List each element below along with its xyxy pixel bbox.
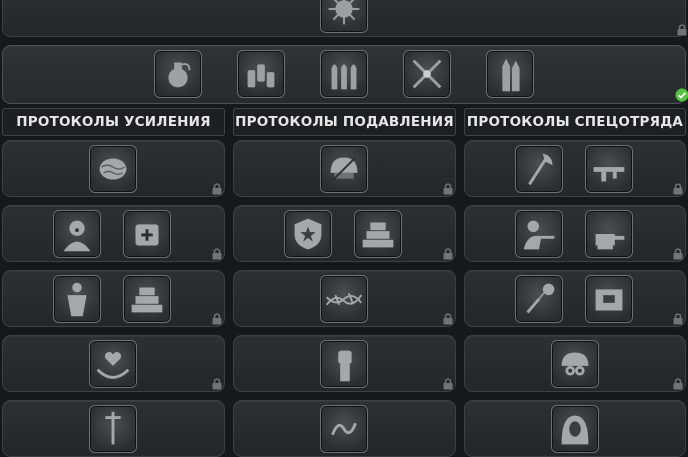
lock-icon — [672, 378, 684, 390]
lock-icon — [672, 313, 684, 325]
fire-axe-icon[interactable] — [515, 145, 563, 193]
protocol-tile[interactable] — [464, 140, 686, 197]
sandbag-wall-icon[interactable] — [354, 210, 402, 258]
hooded-face-icon[interactable] — [551, 405, 599, 453]
night-vision-helmet-icon[interactable] — [551, 340, 599, 388]
lock-icon — [211, 248, 223, 260]
lock-icon — [442, 378, 454, 390]
lock-icon — [211, 183, 223, 195]
sniper-icon[interactable] — [515, 210, 563, 258]
lock-icon — [672, 183, 684, 195]
column-header-special-unit: ПРОТОКОЛЫ СПЕЦОТРЯДА — [464, 108, 686, 136]
lock-icon — [672, 248, 684, 260]
medkit-icon[interactable] — [123, 210, 171, 258]
grenade-icon[interactable] — [154, 50, 202, 98]
protocol-tile[interactable] — [233, 270, 456, 327]
protocol-tile[interactable] — [464, 270, 686, 327]
lock-icon — [211, 313, 223, 325]
crossed-rifles-icon[interactable] — [403, 50, 451, 98]
lock-icon — [676, 24, 688, 36]
snake-icon[interactable] — [320, 405, 368, 453]
healing-hands-icon[interactable] — [89, 340, 137, 388]
police-badge-icon[interactable] — [284, 210, 332, 258]
barbed-wire-icon[interactable] — [320, 275, 368, 323]
lock-icon — [442, 248, 454, 260]
protocol-tile[interactable] — [233, 140, 456, 197]
protocol-tile[interactable] — [2, 205, 225, 262]
protocol-tile[interactable] — [464, 400, 686, 457]
rocket-icon[interactable] — [486, 50, 534, 98]
unlocked-protocol-row[interactable] — [2, 45, 686, 104]
protocol-tile[interactable] — [233, 205, 456, 262]
protocol-tile[interactable] — [2, 270, 225, 327]
column-header-suppression: ПРОТОКОЛЫ ПОДАВЛЕНИЯ — [233, 108, 456, 136]
protocol-tile[interactable] — [464, 205, 686, 262]
lock-icon — [211, 378, 223, 390]
protocol-tile[interactable] — [233, 400, 456, 457]
ammo-icon[interactable] — [237, 50, 285, 98]
screaming-soldier-icon[interactable] — [53, 210, 101, 258]
protocol-tile[interactable] — [2, 400, 225, 457]
checkmark-icon — [675, 88, 688, 102]
supply-crate-icon[interactable] — [585, 275, 633, 323]
sword-icon[interactable] — [89, 405, 137, 453]
protocol-tile[interactable] — [2, 335, 225, 392]
assault-rifle-icon[interactable] — [585, 145, 633, 193]
brain-icon[interactable] — [89, 145, 137, 193]
bullets-icon[interactable] — [320, 50, 368, 98]
raised-fist-icon[interactable] — [320, 340, 368, 388]
flail-icon[interactable] — [515, 275, 563, 323]
turret-icon[interactable] — [585, 210, 633, 258]
protocol-tile[interactable] — [464, 335, 686, 392]
lock-icon — [442, 183, 454, 195]
lock-icon — [442, 313, 454, 325]
riot-helmet-icon[interactable] — [320, 145, 368, 193]
muscle-man-icon[interactable] — [53, 275, 101, 323]
sandbag-wall-icon[interactable] — [123, 275, 171, 323]
top-protocol-row[interactable] — [2, 0, 686, 37]
virus-icon[interactable] — [320, 0, 368, 33]
protocol-tile[interactable] — [2, 140, 225, 197]
protocol-tile[interactable] — [233, 335, 456, 392]
column-header-amplification: ПРОТОКОЛЫ УСИЛЕНИЯ — [2, 108, 225, 136]
